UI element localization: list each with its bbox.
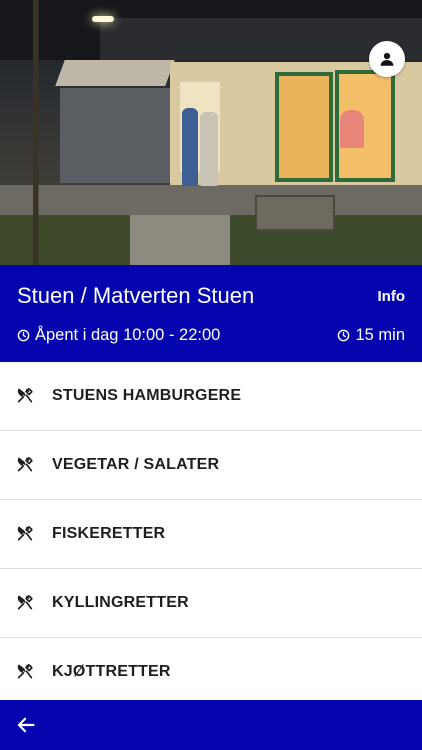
category-item-hamburgere[interactable]: STUENS HAMBURGERE bbox=[0, 362, 422, 431]
utensils-icon bbox=[17, 457, 33, 472]
profile-button[interactable] bbox=[369, 41, 405, 77]
opening-hours-text: Åpent i dag 10:00 - 22:00 bbox=[35, 326, 221, 344]
delivery-time-text: 15 min bbox=[355, 326, 405, 344]
restaurant-header: Stuen / Matverten Stuen Info Åpent i dag… bbox=[0, 265, 422, 362]
category-label: FISKERETTER bbox=[52, 525, 166, 542]
category-item-kjottretter[interactable]: KJØTTRETTER bbox=[0, 638, 422, 700]
bottom-bar bbox=[0, 700, 422, 750]
category-label: VEGETAR / SALATER bbox=[52, 456, 220, 473]
utensils-icon bbox=[17, 388, 33, 403]
category-item-kyllingretter[interactable]: KYLLINGRETTER bbox=[0, 569, 422, 638]
clock-icon bbox=[338, 329, 350, 342]
restaurant-name: Stuen / Matverten Stuen bbox=[17, 283, 255, 308]
category-label: KYLLINGRETTER bbox=[52, 594, 189, 611]
utensils-icon bbox=[17, 664, 33, 679]
clock-icon bbox=[17, 329, 30, 342]
person-icon bbox=[380, 52, 394, 66]
category-label: KJØTTRETTER bbox=[52, 663, 171, 680]
utensils-icon bbox=[17, 595, 33, 610]
utensils-icon bbox=[17, 526, 33, 541]
arrow-left-icon bbox=[17, 717, 35, 733]
storefront-photo bbox=[0, 0, 422, 265]
back-button[interactable] bbox=[14, 713, 38, 737]
category-item-fiskeretter[interactable]: FISKERETTER bbox=[0, 500, 422, 569]
opening-hours: Åpent i dag 10:00 - 22:00 bbox=[17, 326, 220, 345]
category-item-vegetar[interactable]: VEGETAR / SALATER bbox=[0, 431, 422, 500]
delivery-time: 15 min bbox=[337, 326, 405, 345]
info-link[interactable]: Info bbox=[378, 288, 406, 305]
category-label: STUENS HAMBURGERE bbox=[52, 387, 242, 404]
category-list: STUENS HAMBURGERE VEGETAR / SALATER FISK… bbox=[0, 362, 422, 700]
